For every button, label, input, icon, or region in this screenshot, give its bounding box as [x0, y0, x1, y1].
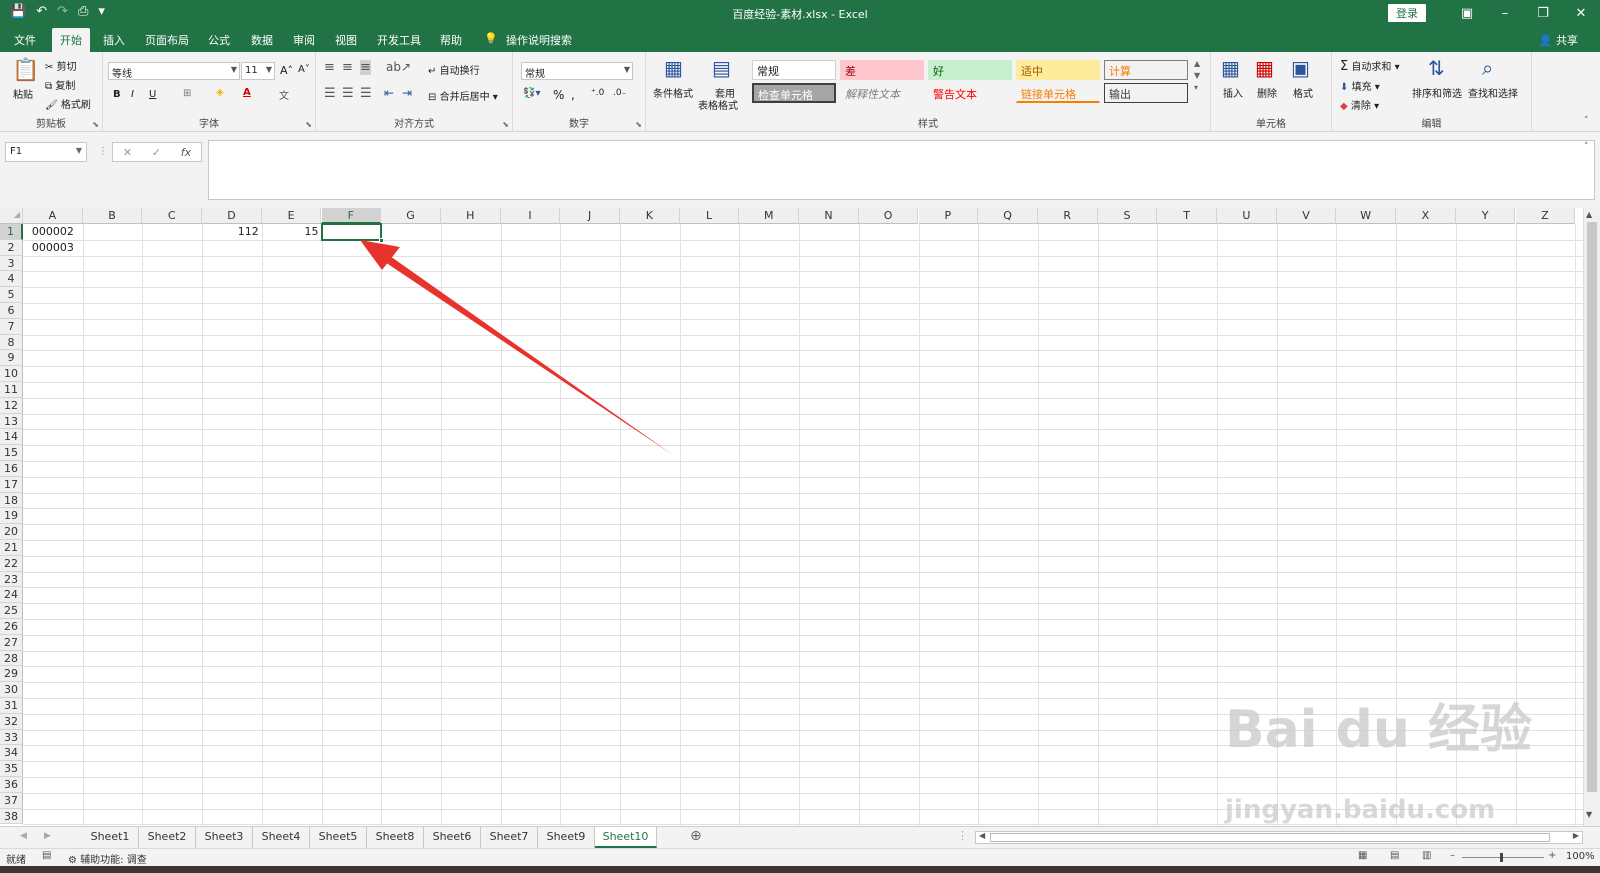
annotation-arrow [360, 240, 673, 455]
arrow-shaft [376, 249, 673, 455]
